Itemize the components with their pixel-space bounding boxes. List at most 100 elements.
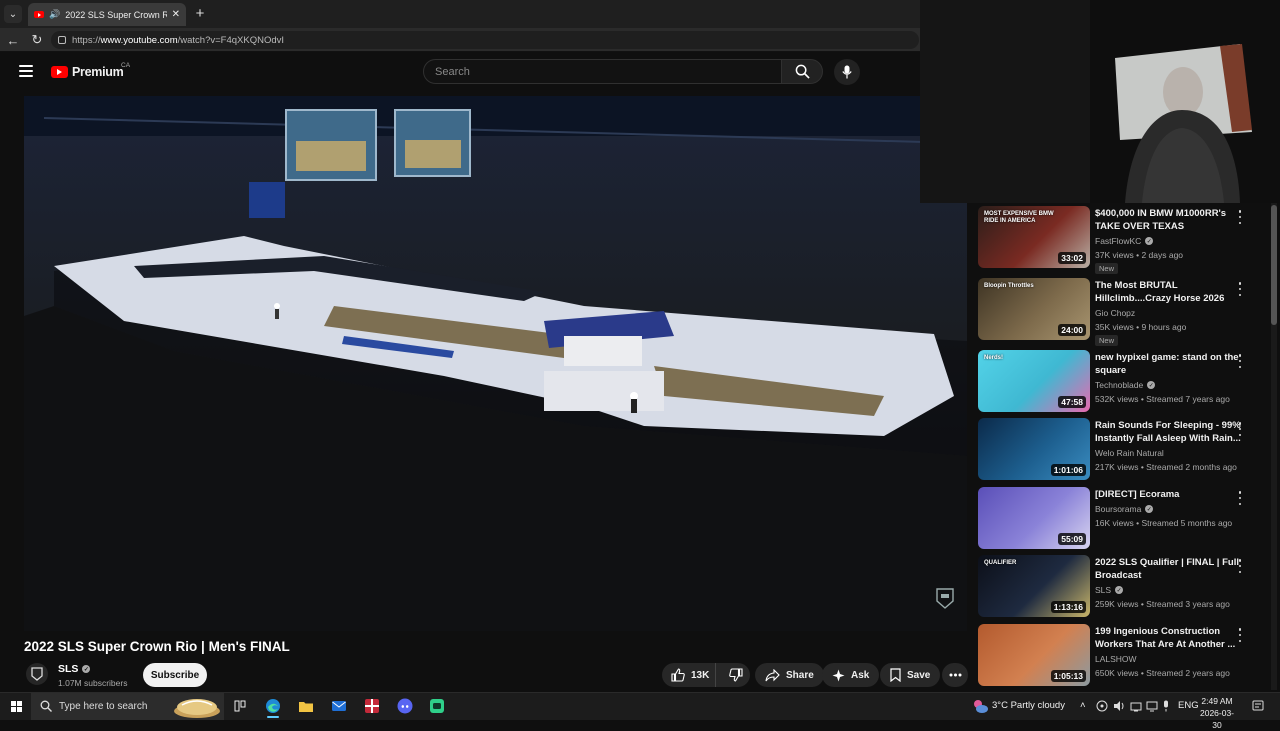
voice-search-button[interactable] — [834, 59, 860, 85]
recommendation-title[interactable]: The Most BRUTAL Hillclimb....Crazy Horse… — [1095, 279, 1241, 305]
gift-app-icon[interactable] — [363, 697, 381, 715]
site-info-icon[interactable] — [58, 36, 66, 44]
weather-partly-cloudy-icon — [974, 700, 988, 713]
volume-icon[interactable] — [1113, 700, 1125, 712]
new-tab-button[interactable]: + — [193, 4, 207, 22]
youtube-premium-logo[interactable]: Premium — [51, 65, 124, 79]
video-player[interactable] — [24, 96, 967, 631]
recommendation-meta: 35K views • 9 hours ago — [1095, 322, 1187, 332]
edge-browser-icon[interactable] — [264, 697, 282, 718]
search-highlight-art-icon — [174, 699, 220, 718]
new-badge: New — [1095, 263, 1119, 274]
task-view-icon[interactable] — [231, 697, 249, 715]
system-clock[interactable]: 2:49 AM 2026-03-30 — [1197, 695, 1237, 731]
recommendation-channel[interactable]: Boursorama ✓ — [1095, 504, 1154, 514]
windows-start-icon[interactable] — [11, 701, 22, 712]
save-button[interactable]: Save — [880, 663, 941, 687]
url-prefix: https:// — [72, 34, 101, 46]
close-tab-icon[interactable]: ✕ — [172, 9, 180, 20]
new-badge: New — [1095, 335, 1119, 346]
search-icon — [795, 64, 810, 79]
video-duration: 55:09 — [1058, 533, 1086, 545]
microphone-tray-icon[interactable] — [1161, 700, 1171, 712]
network-icon[interactable] — [1130, 700, 1142, 712]
ask-button[interactable]: Ask — [822, 663, 880, 687]
video-thumbnail[interactable]: 1:01:06 — [978, 418, 1090, 480]
recommendation-item[interactable]: 55:09 [DIRECT] Ecorama Boursorama ✓ 16K view… — [978, 487, 1268, 551]
taskbar-search-placeholder: Type here to search — [59, 701, 148, 712]
recommendation-channel[interactable]: SLS ✓ — [1095, 585, 1124, 595]
recommendation-title[interactable]: $400,000 IN BMW M1000RR's TAKE OVER TEXA… — [1095, 207, 1241, 233]
weather-status[interactable]: 3°C Partly cloudy — [992, 700, 1065, 711]
recommendation-item[interactable]: 1:05:13 199 Ingenious Construction Worker… — [978, 624, 1268, 688]
country-code: CA — [121, 62, 131, 69]
browser-tab[interactable]: 🔊 2022 SLS Super Crown Rio | M ✕ — [28, 3, 186, 26]
menu-icon[interactable] — [19, 65, 33, 77]
recommendation-channel[interactable]: Welo Rain Natural — [1095, 448, 1164, 458]
video-thumbnail[interactable]: Bloopin Throttles 24:00 — [978, 278, 1090, 340]
webcam-overlay — [920, 0, 1280, 203]
tab-list-chevron-icon[interactable]: ⌄ — [4, 5, 22, 23]
mail-icon[interactable] — [330, 697, 348, 715]
recommendation-item[interactable]: Bloopin Throttles 24:00 The Most BRUTAL Hi… — [978, 278, 1268, 346]
more-options-icon[interactable] — [1236, 422, 1244, 436]
recommendation-channel[interactable]: LALSHOW — [1095, 654, 1137, 664]
recommendation-channel[interactable]: Technoblade ✓ — [1095, 380, 1156, 390]
recommendation-channel[interactable]: FastFlowKC ✓ — [1095, 236, 1154, 246]
channel-name: LALSHOW — [1095, 654, 1137, 664]
speaker-icon[interactable]: 🔊 — [49, 9, 60, 20]
recommendation-channel[interactable]: Gio Chopz — [1095, 308, 1135, 318]
discord-icon[interactable] — [396, 697, 414, 715]
search-button[interactable] — [781, 59, 823, 84]
game-app-icon[interactable] — [428, 697, 446, 715]
back-arrow-icon[interactable]: ← — [5, 32, 21, 48]
recommendation-item[interactable]: QUALIFIER 1:13:16 2022 SLS Qualifier | FIN… — [978, 555, 1268, 619]
recommendation-item[interactable]: MOST EXPENSIVE BMW RIDE IN AMERICA 33:02 $… — [978, 206, 1268, 274]
more-options-icon[interactable] — [1236, 210, 1244, 224]
clock-time: 2:49 AM — [1201, 696, 1233, 706]
more-options-icon[interactable] — [1236, 491, 1244, 505]
video-thumbnail[interactable]: 55:09 — [978, 487, 1090, 549]
file-explorer-icon[interactable] — [297, 697, 315, 715]
sls-logo-icon — [31, 667, 43, 681]
more-options-icon[interactable] — [1236, 282, 1244, 296]
recommendation-meta: 16K views • Streamed 5 months ago — [1095, 518, 1233, 528]
url-host: www.youtube.com — [100, 34, 178, 46]
video-thumbnail[interactable]: QUALIFIER 1:13:16 — [978, 555, 1090, 617]
recommendation-title[interactable]: Rain Sounds For Sleeping - 99% Instantly… — [1095, 419, 1241, 445]
recommendation-item[interactable]: 1:01:06 Rain Sounds For Sleeping - 99% In… — [978, 418, 1268, 482]
sidebar-scrollbar[interactable] — [1271, 203, 1277, 690]
like-button[interactable]: 13K — [662, 663, 717, 687]
scrollbar-thumb[interactable] — [1271, 205, 1277, 325]
share-button[interactable]: Share — [755, 663, 824, 687]
video-thumbnail[interactable]: MOST EXPENSIVE BMW RIDE IN AMERICA 33:02 — [978, 206, 1090, 268]
recommendation-title[interactable]: 2022 SLS Qualifier | FINAL | Full Broadc… — [1095, 556, 1241, 582]
notifications-icon[interactable] — [1252, 700, 1264, 712]
channel-name: SLS — [58, 663, 79, 675]
recommendation-title[interactable]: 199 Ingenious Construction Workers That … — [1095, 625, 1241, 651]
verified-icon: ✓ — [1145, 237, 1154, 245]
channel-name: Technoblade — [1095, 380, 1144, 390]
thumbnail-caption: MOST EXPENSIVE BMW RIDE IN AMERICA — [984, 211, 1054, 224]
reload-icon[interactable]: ↻ — [29, 32, 45, 48]
more-options-icon[interactable] — [1236, 354, 1244, 368]
dislike-button[interactable] — [722, 668, 750, 682]
video-thumbnail[interactable]: Nerds! 47:58 — [978, 350, 1090, 412]
video-thumbnail[interactable]: 1:05:13 — [978, 624, 1090, 686]
more-options-icon[interactable] — [1236, 559, 1244, 573]
more-options-icon[interactable] — [1236, 628, 1244, 642]
channel-name-link[interactable]: SLS ✓ — [58, 663, 91, 675]
recommendation-title[interactable]: new hypixel game: stand on the square — [1095, 351, 1241, 377]
channel-avatar[interactable] — [26, 663, 48, 685]
display-icon[interactable] — [1146, 700, 1158, 712]
subscribe-button[interactable]: Subscribe — [143, 663, 207, 687]
recommendation-item[interactable]: Nerds! 47:58 new hypixel game: stand on th… — [978, 350, 1268, 414]
pen-menu-icon[interactable] — [1096, 700, 1108, 712]
recommendation-title[interactable]: [DIRECT] Ecorama — [1095, 488, 1241, 501]
more-actions-button[interactable] — [942, 663, 968, 687]
search-input[interactable]: Search — [423, 59, 782, 84]
tray-chevron-up-icon[interactable]: ˄ — [1080, 700, 1086, 711]
url-field[interactable]: https://www.youtube.com/watch?v=F4qXKQNO… — [51, 31, 919, 49]
verified-icon: ✓ — [82, 665, 91, 673]
input-language[interactable]: ENG — [1178, 700, 1199, 711]
